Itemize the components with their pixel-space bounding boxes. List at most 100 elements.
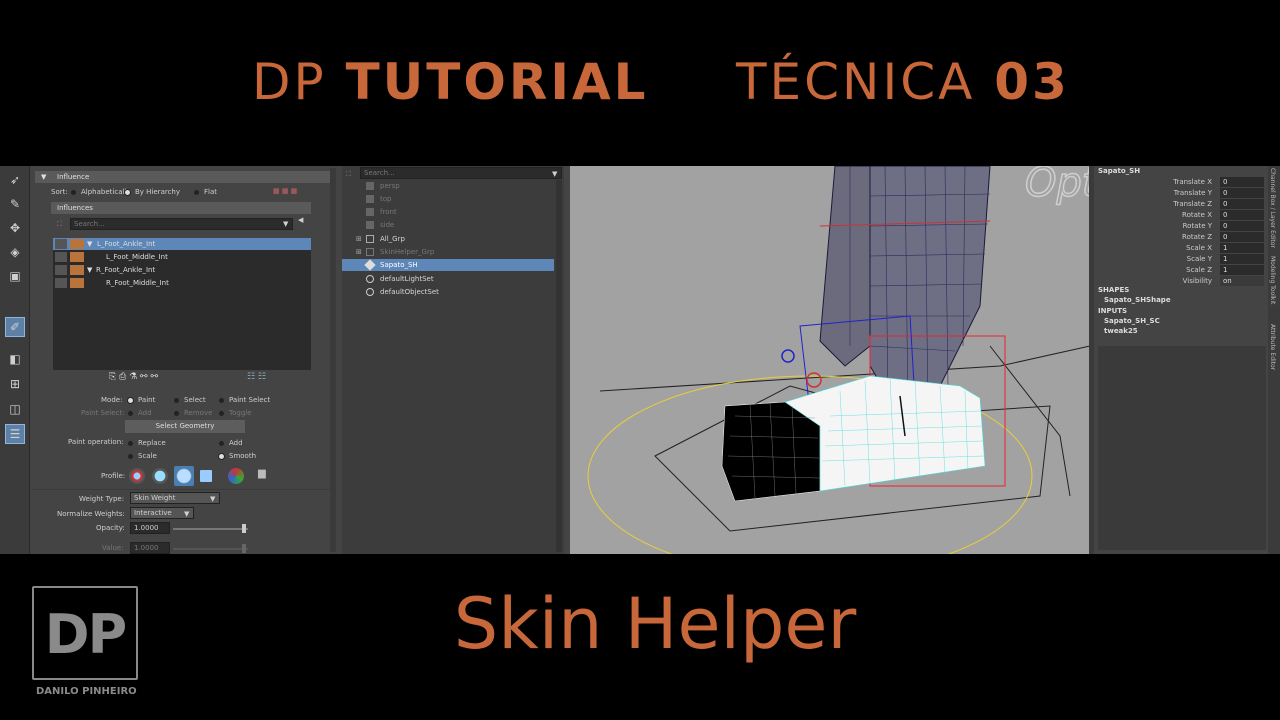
outliner-item[interactable]: Sapato_SH (342, 259, 554, 271)
outliner-search-input[interactable]: Search... (360, 167, 562, 179)
sort-by-hierarchy[interactable]: By Hierarchy (125, 187, 180, 197)
value-input[interactable]: 1.0000 (130, 542, 170, 554)
filter-icon[interactable]: ⛶ (57, 219, 62, 229)
lock-icon[interactable] (70, 252, 84, 262)
input-node[interactable]: Sapato_SH_SC (1104, 316, 1160, 326)
opacity-slider-handle[interactable] (242, 524, 246, 533)
op-smooth[interactable]: Smooth (219, 451, 256, 461)
influence-tool-icons[interactable]: ⎘ ⎙ ⚗ ⚯ ⚯ (109, 372, 158, 382)
channel-label[interactable]: Rotate Z (1094, 232, 1212, 242)
dropdown-icon[interactable]: ▼ (184, 509, 189, 519)
mode-paint[interactable]: Paint (128, 395, 155, 405)
sort-icons[interactable]: ▦ ▦ ▦ (273, 186, 297, 196)
profile-soft-icon[interactable] (152, 468, 168, 484)
select-geometry-button[interactable]: Select Geometry (125, 420, 245, 433)
visibility-icon[interactable] (55, 278, 67, 288)
influence-row[interactable]: R_Foot_Middle_Int (53, 277, 311, 289)
lock-icon[interactable] (70, 239, 84, 249)
visibility-icon[interactable] (55, 239, 67, 249)
folder-icon[interactable]: ▆ (258, 469, 266, 479)
lock-icon[interactable] (70, 278, 84, 288)
channel-value[interactable]: 1 (1220, 265, 1264, 275)
opacity-input[interactable]: 1.0000 (130, 522, 170, 534)
outliner-item[interactable]: persp (342, 180, 554, 192)
dropdown-icon[interactable]: ▼ (210, 494, 215, 504)
channel-value[interactable]: on (1220, 276, 1264, 286)
channel-box-object-name[interactable]: Sapato_SH (1098, 166, 1140, 176)
outliner-item[interactable]: front (342, 206, 554, 218)
paint-skin-weights-icon[interactable]: ✐ (5, 317, 25, 337)
influence-row[interactable]: L_Foot_Middle_Int (53, 251, 311, 263)
mode-paint-select[interactable]: Paint Select (219, 395, 270, 405)
channel-label[interactable]: Rotate Y (1094, 221, 1212, 231)
outliner-scrollbar[interactable] (556, 180, 562, 552)
paint-select-toggle[interactable]: Toggle (219, 408, 252, 418)
lasso-tool-icon[interactable]: ✎ (5, 194, 25, 214)
channel-value[interactable]: 0 (1220, 188, 1264, 198)
outliner-layout-icon[interactable]: ☰ (5, 424, 25, 444)
value-slider-handle[interactable] (242, 544, 246, 553)
channel-label[interactable]: Scale Z (1094, 265, 1212, 275)
channel-label[interactable]: Translate Z (1094, 199, 1212, 209)
move-tool-icon[interactable]: ✥ (5, 218, 25, 238)
outliner-item[interactable]: ⊞ All_Grp (342, 233, 554, 245)
outliner-item[interactable]: defaultLightSet (342, 273, 554, 285)
visibility-icon[interactable] (55, 265, 67, 275)
single-view-icon[interactable]: ◧ (5, 349, 25, 369)
influence-row[interactable]: ▼ R_Foot_Ankle_Int (53, 264, 311, 276)
influence-row[interactable]: ▼ L_Foot_Ankle_Int (53, 238, 311, 250)
input-node[interactable]: tweak25 (1104, 326, 1138, 336)
op-add[interactable]: Add (219, 438, 243, 448)
channel-value[interactable]: 0 (1220, 177, 1264, 187)
two-view-icon[interactable]: ◫ (5, 399, 25, 419)
scale-tool-icon[interactable]: ▣ (5, 266, 25, 286)
sort-alphabetically[interactable]: Alphabetically (71, 187, 131, 197)
paint-select-remove[interactable]: Remove (174, 408, 212, 418)
panel-scrollbar[interactable] (330, 168, 336, 552)
outliner-item[interactable]: defaultObjectSet (342, 286, 554, 298)
sort-flat[interactable]: Flat (194, 187, 217, 197)
channel-label[interactable]: Scale X (1094, 243, 1212, 253)
op-replace[interactable]: Replace (128, 438, 166, 448)
influence-search-input[interactable]: Search... (70, 218, 293, 230)
mode-select[interactable]: Select (174, 395, 206, 405)
op-scale[interactable]: Scale (128, 451, 157, 461)
tab-attribute-editor[interactable]: Attribute Editor (1269, 324, 1276, 370)
outliner-item[interactable]: top (342, 193, 554, 205)
channel-value[interactable]: 1 (1220, 243, 1264, 253)
outliner-item[interactable]: ⊞ SkinHelper_Grp (342, 246, 554, 258)
viewport-3d[interactable]: Opt (570, 166, 1092, 554)
channel-label[interactable]: Translate Y (1094, 188, 1212, 198)
channel-value[interactable]: 0 (1220, 199, 1264, 209)
channel-value[interactable]: 0 (1220, 210, 1264, 220)
opacity-slider[interactable] (173, 528, 248, 530)
channel-value[interactable]: 0 (1220, 221, 1264, 231)
profile-custom-icon[interactable] (228, 468, 244, 484)
profile-square-icon[interactable] (200, 470, 212, 482)
weight-type-select[interactable]: Skin Weight (130, 492, 220, 504)
channel-value[interactable]: 1 (1220, 254, 1264, 264)
tab-channel-box[interactable]: Channel Box / Layer Editor (1269, 168, 1276, 248)
channel-label[interactable]: Scale Y (1094, 254, 1212, 264)
profile-solid-icon[interactable] (174, 466, 194, 486)
profile-gaussian-icon[interactable] (129, 468, 145, 484)
influence-section-header[interactable]: ▼ Influence (35, 171, 333, 183)
list-view-icons[interactable]: ☷ ☷ (247, 372, 266, 382)
select-tool-icon[interactable]: ➶ (5, 170, 25, 190)
outliner-item[interactable]: side (342, 219, 554, 231)
search-dropdown-icon[interactable]: ▼ (552, 169, 557, 179)
search-dropdown-icon[interactable]: ▼ (283, 219, 288, 229)
pin-icon[interactable]: ◀ (298, 215, 303, 225)
channel-value[interactable]: 0 (1220, 232, 1264, 242)
lock-icon[interactable] (70, 265, 84, 275)
four-view-icon[interactable]: ⊞ (5, 374, 25, 394)
rotate-tool-icon[interactable]: ◈ (5, 242, 25, 262)
shape-node[interactable]: Sapato_SHShape (1104, 295, 1171, 305)
filter-icon[interactable]: ⛶ (346, 169, 351, 179)
channel-label[interactable]: Translate X (1094, 177, 1212, 187)
value-slider[interactable] (173, 548, 248, 550)
tab-modeling-toolkit[interactable]: Modeling Toolkit (1269, 256, 1276, 304)
paint-select-add[interactable]: Add (128, 408, 152, 418)
visibility-icon[interactable] (55, 252, 67, 262)
channel-label[interactable]: Rotate X (1094, 210, 1212, 220)
